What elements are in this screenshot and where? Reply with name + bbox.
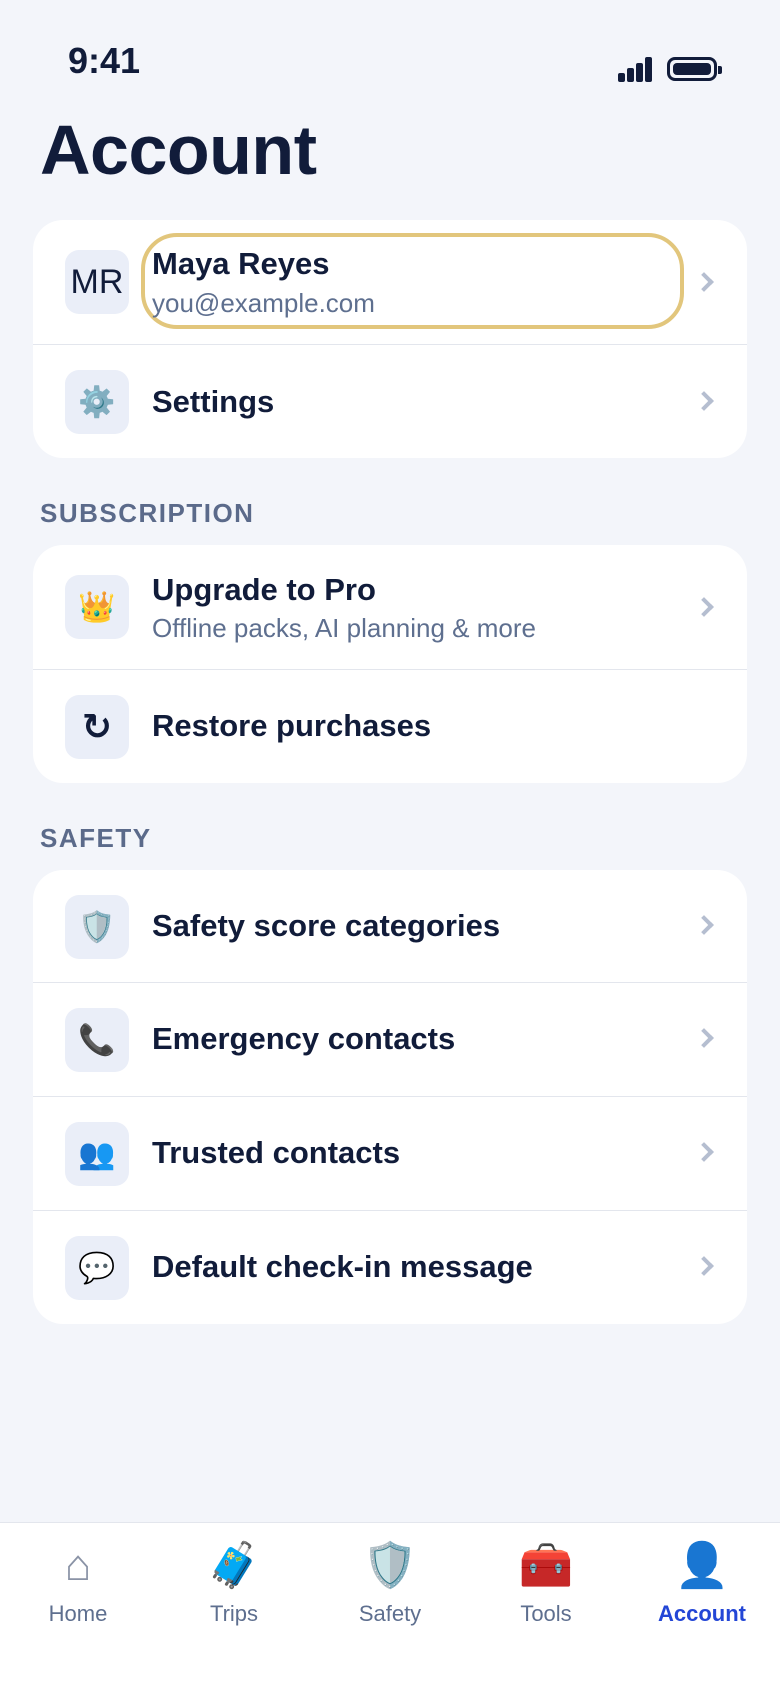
tab-home[interactable]: ⌂ Home xyxy=(0,1535,156,1645)
avatar-initials: MR xyxy=(70,262,124,301)
signal-icon xyxy=(618,56,654,82)
chevron-right-icon xyxy=(694,1028,714,1048)
section-label-subscription: SUBSCRIPTION xyxy=(40,498,255,528)
emergency-contacts-label: Emergency contacts xyxy=(152,1021,456,1056)
tab-trips[interactable]: 🧳 Trips xyxy=(156,1535,312,1645)
restore-label: Restore purchases xyxy=(152,708,432,743)
upgrade-row[interactable]: 👑 Upgrade to Pro Offline packs, AI plann… xyxy=(33,545,747,670)
avatar: MR xyxy=(65,250,129,314)
tab-safety[interactable]: 🛡️ Safety xyxy=(312,1535,468,1645)
tab-bar: ⌂ Home 🧳 Trips 🛡️ Safety 🧰 Tools 👤 Accou… xyxy=(0,1522,780,1688)
chevron-right-icon xyxy=(694,1142,714,1162)
subscription-card: 👑 Upgrade to Pro Offline packs, AI plann… xyxy=(33,545,747,783)
refresh-icon: ↻ xyxy=(65,695,129,759)
speech-bubble-icon: 💬 xyxy=(65,1236,129,1300)
safety-card: 🛡️ Safety score categories 📞 Emergency c… xyxy=(33,870,747,1324)
tab-home-label: Home xyxy=(48,1601,108,1626)
profile-row[interactable]: MR Maya Reyes you@example.com xyxy=(33,220,747,345)
status-time: 9:41 xyxy=(68,40,141,81)
profile-card: MR Maya Reyes you@example.com ⚙️ Setting… xyxy=(33,220,747,458)
settings-label: Settings xyxy=(152,384,275,419)
chevron-right-icon xyxy=(694,1256,714,1276)
crown-icon: 👑 xyxy=(65,575,129,639)
emergency-contacts-row[interactable]: 📞 Emergency contacts xyxy=(33,983,747,1097)
tab-account-label: Account xyxy=(658,1601,746,1626)
luggage-icon: 🧳 xyxy=(206,1541,262,1590)
shield-icon: 🛡️ xyxy=(362,1541,418,1590)
restore-row[interactable]: ↻ Restore purchases xyxy=(33,670,747,783)
tab-trips-label: Trips xyxy=(209,1601,259,1626)
chevron-right-icon xyxy=(694,915,714,935)
tab-tools[interactable]: 🧰 Tools xyxy=(468,1535,624,1645)
upgrade-label: Upgrade to Pro xyxy=(152,572,376,607)
page-title: Account xyxy=(40,111,317,189)
gear-icon: ⚙️ xyxy=(65,370,129,434)
chevron-right-icon xyxy=(694,272,714,292)
safety-score-label: Safety score categories xyxy=(152,908,501,943)
battery-icon xyxy=(667,57,722,81)
safety-score-row[interactable]: 🛡️ Safety score categories xyxy=(33,870,747,983)
status-bar: 9:41 xyxy=(0,0,780,120)
home-icon: ⌂ xyxy=(64,1541,92,1590)
settings-row[interactable]: ⚙️ Settings xyxy=(33,345,747,458)
upgrade-sublabel: Offline packs, AI planning & more xyxy=(152,613,536,643)
phone-icon: 📞 xyxy=(65,1008,129,1072)
profile-email: you@example.com xyxy=(152,288,375,318)
chevron-right-icon xyxy=(694,597,714,617)
check-in-message-row[interactable]: 💬 Default check-in message xyxy=(33,1211,747,1324)
trusted-contacts-row[interactable]: 👥 Trusted contacts xyxy=(33,1097,747,1211)
tab-tools-label: Tools xyxy=(520,1601,572,1626)
tab-account[interactable]: 👤 Account xyxy=(624,1535,780,1645)
people-icon: 👥 xyxy=(65,1122,129,1186)
check-in-message-label: Default check-in message xyxy=(152,1249,533,1284)
profile-name: Maya Reyes xyxy=(152,246,330,281)
shield-icon: 🛡️ xyxy=(65,895,129,959)
chevron-right-icon xyxy=(694,391,714,411)
tab-safety-label: Safety xyxy=(358,1601,422,1626)
trusted-contacts-label: Trusted contacts xyxy=(152,1135,401,1170)
person-icon: 👤 xyxy=(674,1541,730,1590)
toolbox-icon: 🧰 xyxy=(518,1541,574,1590)
section-label-safety: SAFETY xyxy=(40,823,152,853)
